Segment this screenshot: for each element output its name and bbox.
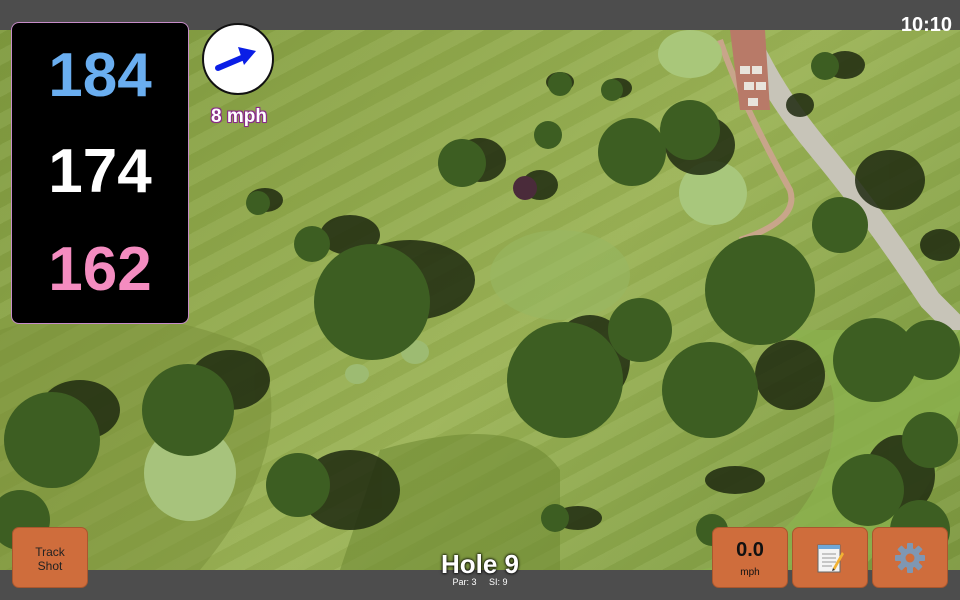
wind-indicator (202, 23, 274, 95)
speed-unit: mph (740, 567, 760, 578)
clock: 10:10 (900, 14, 952, 36)
hole-par: Par: 3 (452, 577, 477, 587)
hole-title: Hole 9 (440, 549, 520, 579)
hole-info: Par: 3 SI: 9 (380, 577, 580, 587)
notes-button[interactable] (792, 527, 868, 588)
settings-button[interactable] (872, 527, 948, 588)
track-shot-label-line2: Shot (37, 559, 63, 573)
hole-stroke-index: SI: 9 (489, 577, 508, 587)
speed-button[interactable]: 0.0 mph (712, 527, 788, 588)
notepad-icon (817, 544, 844, 572)
speed-value: 0.0 (736, 539, 764, 561)
wind-speed-label: 8 mph (211, 106, 267, 127)
middle-of-green-distance: 174 (48, 137, 152, 206)
track-shot-label-line1: Track (35, 545, 65, 559)
front-of-green-distance: 162 (48, 235, 152, 304)
track-shot-button[interactable]: Track Shot (12, 527, 88, 588)
distance-panel: 184 174 162 (11, 22, 189, 324)
gear-icon (895, 542, 925, 573)
wind-arrow-icon (215, 47, 256, 71)
back-of-green-distance: 184 (48, 41, 152, 110)
